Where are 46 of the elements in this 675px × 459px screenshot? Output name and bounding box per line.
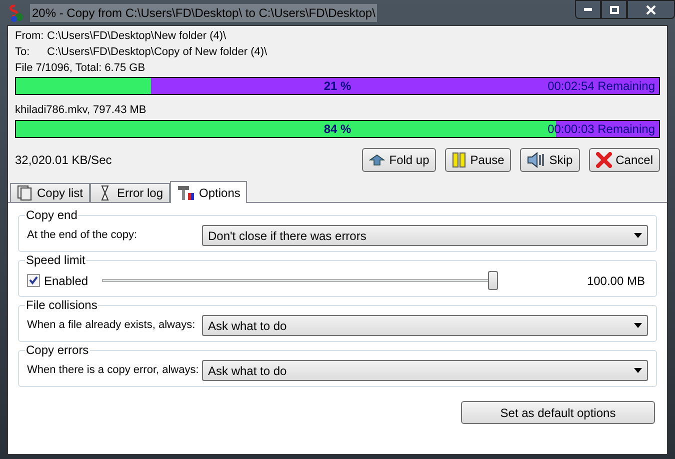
path-label: From: (15, 29, 45, 44)
tools-icon (177, 184, 196, 200)
tab[interactable]: Error log (90, 183, 170, 202)
progress-percent: 84 % (324, 121, 352, 137)
path-value: C:\Users\FD\Desktop\New folder (4)\ (47, 29, 226, 44)
fold-up-icon (369, 154, 386, 166)
progress-percent: 21 % (324, 78, 352, 94)
total-info: File 7/1096, Total: 6.75 GB (14, 61, 146, 76)
dropdown[interactable]: Don't close if there was errors (202, 225, 648, 246)
pause-button[interactable]: Pause (445, 148, 512, 172)
dropdown[interactable]: Ask what to do (202, 315, 648, 336)
field-label: At the end of the copy: (27, 228, 138, 244)
group-title: Copy errors (25, 343, 90, 357)
group-title: Speed limit (25, 253, 86, 267)
dropdown-arrow-icon (634, 368, 642, 373)
checkbox[interactable] (27, 274, 40, 287)
minimize-button[interactable] (575, 0, 601, 19)
pause-icon (452, 152, 466, 168)
window-title: 20% - Copy from C:\Users\FD\Desktop\ to C:\Users\FD\Desktop\ (30, 4, 378, 22)
close-icon (596, 152, 612, 168)
tab[interactable]: Options (170, 181, 248, 203)
slider-reading: 100.00 MB (586, 272, 645, 290)
close-icon (646, 4, 656, 14)
progress-remaining: 00:02:54 Remaining (548, 78, 655, 94)
speaker-icon (527, 152, 546, 168)
field-label: When a file already exists, always: (27, 318, 196, 334)
dropdown[interactable]: Ask what to do (202, 360, 648, 381)
cancel-button[interactable]: Cancel (588, 148, 660, 172)
dropdown-arrow-icon (634, 323, 642, 328)
slider-thumb[interactable] (488, 271, 498, 290)
close-button[interactable] (627, 0, 675, 19)
dropdown-arrow-icon (634, 233, 642, 238)
transfer-speed: 32,020.01 KB/Sec (15, 152, 112, 169)
fold-up-button[interactable]: Fold up (362, 148, 436, 172)
pages-icon (17, 185, 33, 201)
path-label: To: (15, 45, 31, 60)
group-title: File collisions (25, 298, 98, 312)
checkbox-label: Enabled (44, 272, 90, 290)
maximize-button[interactable] (601, 0, 627, 19)
group-title: Copy end (25, 208, 78, 222)
set-default-button[interactable]: Set as default options (461, 401, 655, 424)
field-label: When there is a copy error, always: (27, 363, 200, 378)
current-file: khiladi786.mkv, 797.43 MB (14, 103, 148, 118)
skip-button[interactable]: Skip (520, 148, 580, 172)
path-value: C:\Users\FD\Desktop\Copy of New folder (4)\ (47, 45, 268, 60)
tab[interactable]: Copy list (10, 183, 90, 202)
